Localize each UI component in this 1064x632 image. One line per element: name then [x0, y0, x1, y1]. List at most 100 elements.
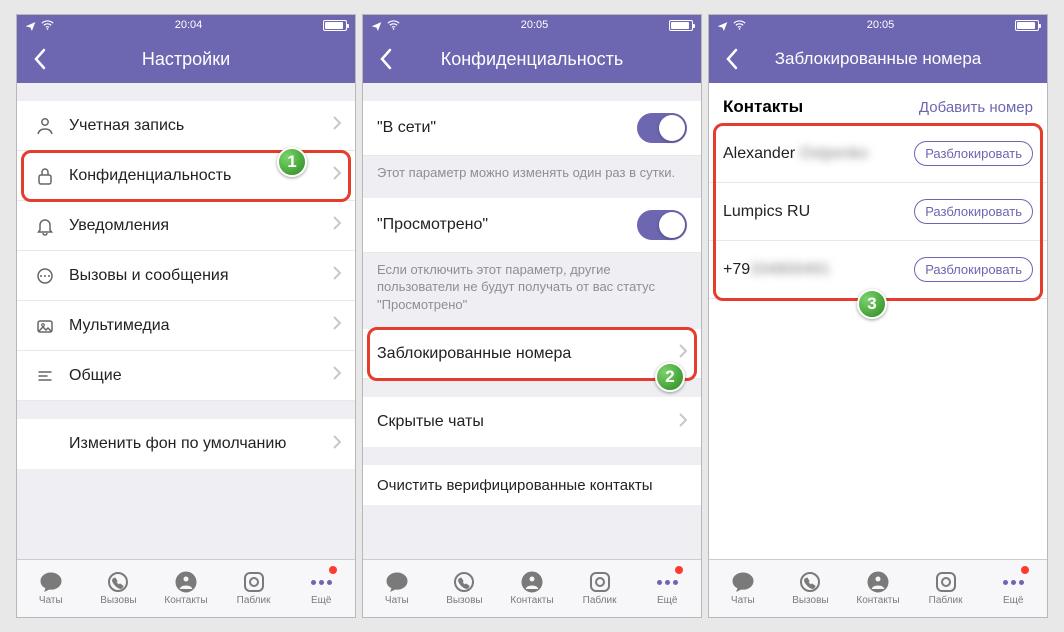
blocked-contact-row: Lumpics RU Разблокировать [709, 183, 1047, 241]
tab-contacts[interactable]: Контакты [498, 560, 566, 617]
more-icon [654, 571, 680, 593]
public-icon [933, 571, 959, 593]
contacts-icon [519, 571, 545, 593]
tab-chats[interactable]: Чаты [363, 560, 431, 617]
chevron-right-icon [333, 435, 341, 454]
status-bar: 20:04 [17, 15, 355, 35]
chat-icon [384, 571, 410, 593]
public-icon [241, 571, 267, 593]
airplane-icon [717, 20, 728, 31]
section-header: Контакты Добавить номер [709, 83, 1047, 125]
settings-extra: Изменить фон по умолчанию [17, 419, 355, 469]
battery-icon [323, 20, 347, 31]
status-time: 20:04 [175, 19, 203, 31]
status-time: 20:05 [521, 19, 549, 31]
row-clear-verified[interactable]: Очистить верифицированные контакты [363, 465, 701, 505]
notification-dot [1021, 566, 1029, 574]
wifi-icon [387, 20, 400, 30]
row-account[interactable]: Учетная запись [17, 101, 355, 151]
tab-chats[interactable]: Чаты [17, 560, 85, 617]
lock-icon [31, 166, 59, 186]
bell-icon [31, 216, 59, 236]
chevron-right-icon [333, 116, 341, 135]
unblock-button[interactable]: Разблокировать [914, 199, 1033, 224]
content: "В сети" Этот параметр можно изменять од… [363, 83, 701, 559]
status-time: 20:05 [867, 19, 895, 31]
row-multimedia[interactable]: Мультимедиа [17, 301, 355, 351]
row-general[interactable]: Общие [17, 351, 355, 401]
chevron-right-icon [679, 413, 687, 432]
tab-more[interactable]: Ещё [633, 560, 701, 617]
row-hidden-chats[interactable]: Скрытые чаты [363, 397, 701, 447]
setting-label: "Просмотрено" [377, 216, 488, 234]
navbar: Настройки [17, 35, 355, 83]
battery-icon [1015, 20, 1039, 31]
airplane-icon [25, 20, 36, 31]
step-badge-3: 3 [857, 289, 887, 319]
row-label: Мультимедиа [69, 317, 333, 335]
row-change-wallpaper[interactable]: Изменить фон по умолчанию [17, 419, 355, 469]
more-icon [1000, 571, 1026, 593]
step-badge-2: 2 [655, 362, 685, 392]
tab-public[interactable]: Паблик [220, 560, 288, 617]
settings-list: Учетная запись Конфиденциальность Уведом… [17, 101, 355, 401]
tab-chats[interactable]: Чаты [709, 560, 777, 617]
toggle-online[interactable] [637, 113, 687, 143]
media-icon [31, 316, 59, 336]
chevron-right-icon [333, 166, 341, 185]
row-label: Вызовы и сообщения [69, 267, 333, 285]
row-label: Общие [69, 367, 333, 385]
chevron-right-icon [679, 344, 687, 363]
row-label: Изменить фон по умолчанию [69, 435, 333, 453]
page-title: Заблокированные номера [717, 49, 1039, 69]
message-icon [31, 266, 59, 286]
status-bar: 20:05 [709, 15, 1047, 35]
phone-icon [451, 571, 477, 593]
tab-public[interactable]: Паблик [566, 560, 634, 617]
unblock-button[interactable]: Разблокировать [914, 257, 1033, 282]
step-badge-1: 1 [277, 147, 307, 177]
setting-seen: "Просмотрено" [363, 198, 701, 253]
tab-contacts[interactable]: Контакты [152, 560, 220, 617]
phone-blocked: 20:05 Заблокированные номера Контакты До… [708, 14, 1048, 618]
chevron-right-icon [333, 216, 341, 235]
setting-desc: Этот параметр можно изменять один раз в … [363, 156, 701, 198]
setting-online: "В сети" [363, 101, 701, 156]
contact-name: +79334800491 [723, 261, 830, 279]
add-number-link[interactable]: Добавить номер [919, 99, 1033, 116]
row-blocked-numbers[interactable]: Заблокированные номера [363, 329, 701, 379]
chevron-right-icon [333, 316, 341, 335]
tab-public[interactable]: Паблик [912, 560, 980, 617]
tab-more[interactable]: Ещё [979, 560, 1047, 617]
user-icon [31, 116, 59, 136]
public-icon [587, 571, 613, 593]
page-title: Настройки [25, 49, 347, 70]
tab-contacts[interactable]: Контакты [844, 560, 912, 617]
row-label: Очистить верифицированные контакты [377, 477, 687, 494]
row-notifications[interactable]: Уведомления [17, 201, 355, 251]
phone-icon [105, 571, 131, 593]
notification-dot [675, 566, 683, 574]
tabbar: Чаты Вызовы Контакты Паблик Ещё [363, 559, 701, 617]
contact-name: Alexander Ostpenko [723, 145, 868, 163]
more-icon [308, 571, 334, 593]
status-bar: 20:05 [363, 15, 701, 35]
contacts-icon [865, 571, 891, 593]
tab-calls[interactable]: Вызовы [777, 560, 845, 617]
tab-more[interactable]: Ещё [287, 560, 355, 617]
lines-icon [31, 366, 59, 386]
row-calls-messages[interactable]: Вызовы и сообщения [17, 251, 355, 301]
contact-name: Lumpics RU [723, 203, 810, 221]
chevron-right-icon [333, 266, 341, 285]
tab-calls[interactable]: Вызовы [431, 560, 499, 617]
phone-privacy: 20:05 Конфиденциальность "В сети" Этот п… [362, 14, 702, 618]
section-title: Контакты [723, 97, 803, 117]
tabbar: Чаты Вызовы Контакты Паблик Ещё [709, 559, 1047, 617]
airplane-icon [371, 20, 382, 31]
toggle-seen[interactable] [637, 210, 687, 240]
row-label: Учетная запись [69, 117, 333, 135]
phone-settings: 20:04 Настройки Учетная запись Конфиденц… [16, 14, 356, 618]
tab-calls[interactable]: Вызовы [85, 560, 153, 617]
wifi-icon [41, 20, 54, 30]
unblock-button[interactable]: Разблокировать [914, 141, 1033, 166]
